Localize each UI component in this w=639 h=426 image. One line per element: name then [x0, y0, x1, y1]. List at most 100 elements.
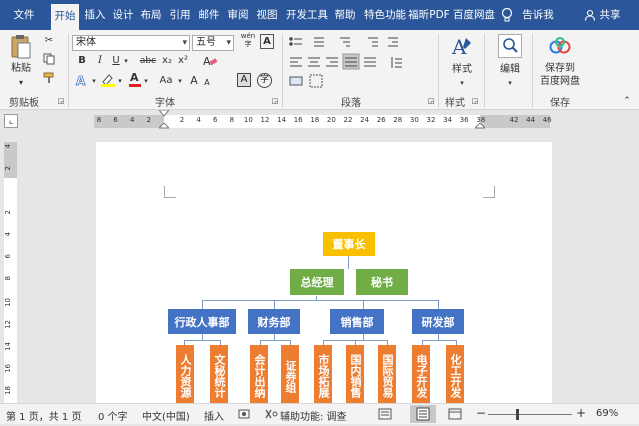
paragraph-launcher-icon[interactable]: ◲ [426, 94, 436, 108]
superscript-button[interactable]: x² [176, 54, 190, 68]
page-count[interactable]: 第 1 页，共 1 页 [6, 408, 81, 423]
char-border-button[interactable]: A [260, 34, 274, 49]
baidu-disk-label[interactable]: 百度网盘 [536, 75, 584, 89]
font-color-dropdown-icon[interactable]: ▾ [142, 74, 150, 88]
org-node-unit[interactable]: 文秘统计 [210, 345, 228, 404]
insert-mode-indicator[interactable]: 插入 [204, 408, 224, 423]
tab-design[interactable]: 设计 [110, 0, 136, 30]
print-layout-view-icon[interactable] [410, 405, 436, 423]
web-layout-view-icon[interactable] [448, 408, 462, 420]
chevron-down-icon[interactable]: ▾ [182, 36, 187, 50]
tab-developer[interactable]: 开发工具 [283, 0, 331, 30]
tab-layout[interactable]: 布局 [138, 0, 164, 30]
focus-mode-icon[interactable] [378, 408, 392, 420]
paste-button[interactable]: 粘贴 [6, 62, 36, 76]
org-node-department[interactable]: 研发部 [412, 309, 464, 334]
underline-dropdown-icon[interactable]: ▾ [122, 54, 130, 68]
text-effects-icon[interactable]: A [74, 73, 90, 89]
right-indent-marker[interactable] [473, 122, 487, 132]
char-shading-button[interactable]: A [237, 73, 251, 87]
lightbulb-icon[interactable] [500, 7, 514, 23]
org-node-department[interactable]: 财务部 [248, 309, 300, 334]
org-node-unit[interactable]: 化工开发 [446, 345, 464, 404]
tab-view[interactable]: 视图 [254, 0, 280, 30]
text-effects-dropdown-icon[interactable]: ▾ [90, 74, 98, 88]
org-node-unit[interactable]: 电子开发 [412, 345, 430, 404]
underline-button[interactable]: U [110, 54, 122, 68]
org-node-unit[interactable]: 国际贸易 [378, 345, 396, 404]
styles-launcher-icon[interactable]: ◲ [470, 94, 480, 108]
strikethrough-button[interactable]: abc [138, 54, 158, 68]
grow-font-button[interactable]: A [188, 74, 200, 88]
tab-home[interactable]: 开始 [51, 4, 79, 30]
italic-button[interactable]: I [94, 54, 106, 68]
zoom-slider-track[interactable] [488, 414, 572, 415]
tab-baidu-netdisk[interactable]: 百度网盘 [452, 0, 496, 30]
change-case-button[interactable]: Aa [156, 74, 176, 88]
org-node-department[interactable]: 销售部 [330, 309, 384, 334]
tab-special[interactable]: 特色功能 [361, 0, 409, 30]
first-line-indent-marker[interactable] [157, 109, 171, 118]
copy-icon[interactable] [43, 53, 55, 65]
org-node-department[interactable]: 行政人事部 [168, 309, 236, 334]
format-painter-icon[interactable] [43, 72, 55, 84]
org-node-unit[interactable]: 国内销售 [346, 345, 364, 404]
zoom-out-button[interactable]: − [476, 406, 486, 420]
left-indent-marker[interactable] [157, 122, 171, 132]
cut-icon[interactable]: ✂ [42, 34, 56, 48]
horizontal-ruler[interactable]: ⌞ 8 6 4 2 2 4 6 8 10 12 14 16 18 20 22 24 26 28 30 32 34 36 38… [0, 109, 639, 132]
collapse-ribbon-icon[interactable]: ⌃ [622, 94, 632, 108]
accessibility-icon[interactable] [264, 408, 278, 420]
styles-dropdown-icon[interactable]: ▾ [444, 76, 480, 90]
editing-button[interactable]: 编辑 [492, 63, 528, 77]
save-to-label[interactable]: 保存到 [536, 62, 584, 76]
document-page[interactable]: 董事长 总经理 秘书 行政人事部 财务部 销售部 研发部 人力资源 文秘统计 会… [96, 142, 552, 404]
shrink-font-button[interactable]: A [202, 76, 212, 90]
tab-mailings[interactable]: 邮件 [196, 0, 222, 30]
tab-help[interactable]: 帮助 [332, 0, 358, 30]
tell-me-box[interactable]: 告诉我 [520, 0, 556, 30]
font-launcher-icon[interactable]: ◲ [270, 94, 280, 108]
tab-review[interactable]: 审阅 [225, 0, 251, 30]
language-indicator[interactable]: 中文(中国) [142, 408, 190, 423]
zoom-slider-handle[interactable] [516, 409, 519, 420]
tab-references[interactable]: 引用 [167, 0, 193, 30]
styles-button[interactable]: 样式 [444, 63, 480, 77]
clipboard-launcher-icon[interactable]: ◲ [56, 94, 66, 108]
phonetic-guide-icon[interactable]: wén 字 [238, 32, 258, 48]
org-node-chairman[interactable]: 董事长 [323, 232, 375, 256]
tab-foxit-pdf[interactable]: 福昕PDF [408, 0, 450, 30]
font-name-combo[interactable]: 宋体 ▾ [72, 35, 190, 51]
macro-record-icon[interactable] [238, 408, 250, 420]
org-node-secretary[interactable]: 秘书 [356, 269, 408, 295]
styles-icon[interactable]: A [450, 34, 474, 60]
org-node-gm[interactable]: 总经理 [290, 269, 344, 295]
editing-dropdown-icon[interactable]: ▾ [492, 76, 528, 90]
org-node-unit[interactable]: 会计出纳 [250, 345, 268, 404]
bold-button[interactable]: B [76, 54, 88, 68]
font-color-icon[interactable]: A [128, 71, 142, 87]
search-icon[interactable] [498, 34, 522, 58]
font-size-combo[interactable]: 五号 ▾ [192, 35, 234, 51]
tab-file[interactable]: 文件 [4, 0, 44, 30]
clear-formatting-icon[interactable]: A [202, 54, 218, 68]
vertical-ruler[interactable]: 4 2 2 4 6 8 10 12 14 16 18 [0, 132, 22, 403]
enclose-char-button[interactable]: 字 [257, 73, 272, 88]
paste-dropdown-icon[interactable]: ▾ [6, 76, 36, 90]
accessibility-status[interactable]: 辅助功能: 调查 [280, 408, 347, 423]
tab-insert[interactable]: 插入 [81, 0, 109, 30]
highlight-dropdown-icon[interactable]: ▾ [116, 74, 124, 88]
change-case-dropdown-icon[interactable]: ▾ [176, 74, 184, 88]
zoom-level[interactable]: 69% [596, 408, 618, 419]
baidu-netdisk-icon[interactable] [548, 36, 572, 56]
share-button[interactable]: 共享 [597, 0, 623, 30]
chevron-down-icon[interactable]: ▾ [226, 36, 231, 50]
subscript-button[interactable]: x₂ [160, 54, 174, 68]
person-icon[interactable] [584, 9, 596, 21]
paste-icon[interactable] [10, 34, 32, 60]
zoom-in-button[interactable]: + [576, 406, 586, 420]
org-node-unit[interactable]: 人力资源 [176, 345, 194, 404]
word-count[interactable]: 0 个字 [98, 408, 128, 423]
org-node-unit[interactable]: 证券组 [281, 345, 299, 404]
highlight-color-icon[interactable] [100, 73, 116, 87]
